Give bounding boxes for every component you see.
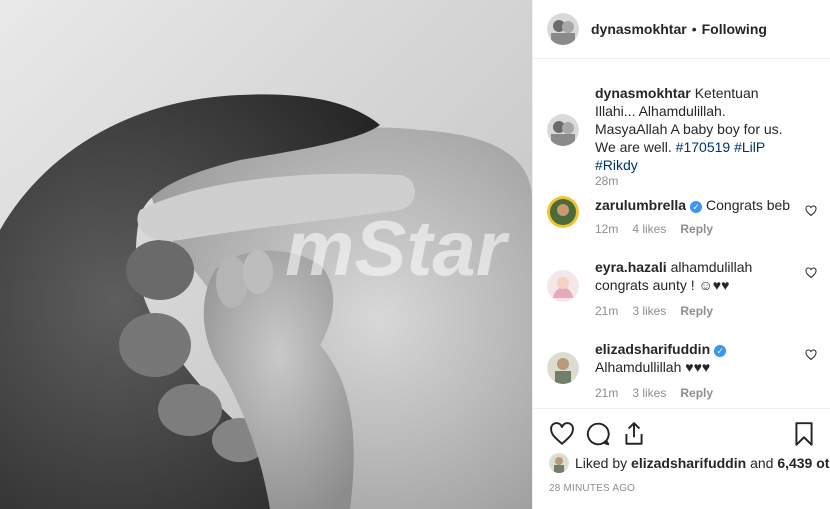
comment-meta: 21m 3 likes Reply (595, 386, 727, 400)
comment-time: 12m (595, 222, 619, 236)
post-actions: Liked by elizadsharifuddin and 6,439 oth… (533, 408, 830, 509)
reply-button[interactable]: Reply (680, 222, 713, 236)
caption: dynasmokhtar Ketentuan Illahi... Alhamdul… (547, 84, 817, 188)
post-photo[interactable]: mStar (0, 0, 532, 509)
comment-avatar[interactable] (547, 196, 579, 228)
separator-dot: • (691, 21, 697, 37)
action-bar (549, 421, 817, 447)
comment-username[interactable]: elizadsharifuddin (595, 341, 710, 357)
comment-item: zarulumbrella ✓ Congrats beb 12m 4 likes Rep… (547, 194, 817, 240)
comment-like-heart-icon[interactable] (805, 348, 817, 361)
comment-item: elizadsharifuddin ✓ Alhamdullillah ♥♥♥ 21… (547, 340, 817, 404)
caption-body: dynasmokhtar Ketentuan Illahi... Alhamdul… (595, 84, 800, 174)
comment-meta: 21m 3 likes Reply (595, 304, 727, 318)
reply-button[interactable]: Reply (680, 386, 713, 400)
comment-time: 21m (595, 386, 619, 400)
post-timestamp: 28 MINUTES AGO (549, 483, 636, 494)
heart-icon[interactable] (549, 421, 575, 447)
comment-text: Alhamdullillah ♥♥♥ (595, 359, 711, 375)
liked-by-prefix: Liked by (575, 455, 628, 471)
verified-badge-icon: ✓ (714, 345, 727, 357)
comment-likes[interactable]: 3 likes (632, 304, 666, 318)
comment-like-heart-icon[interactable] (805, 204, 817, 217)
liked-by-user[interactable]: elizadsharifuddin (631, 455, 746, 471)
comment-likes[interactable]: 3 likes (632, 386, 666, 400)
photo-hands-image: mStar (0, 0, 532, 509)
caption-username[interactable]: dynasmokhtar (595, 85, 691, 101)
bookmark-icon[interactable] (791, 421, 817, 447)
liker-avatar[interactable] (549, 453, 569, 473)
liked-by-and: and (750, 455, 774, 471)
comment-meta: 12m 4 likes Reply (595, 222, 727, 236)
comment-body: eyra.hazali alhamdulillah congrats aunty … (595, 258, 800, 294)
likes-summary: Liked by elizadsharifuddin and 6,439 oth… (549, 453, 830, 473)
post-header: dynasmokhtar • Following (533, 0, 830, 59)
comment-username[interactable]: zarulumbrella (595, 197, 686, 213)
comment-avatar[interactable] (547, 352, 579, 384)
comment-likes[interactable]: 4 likes (632, 222, 666, 236)
comment-item: eyra.hazali alhamdulillah congrats aunty … (547, 258, 817, 322)
comment-body: elizadsharifuddin ✓ Alhamdullillah ♥♥♥ (595, 340, 800, 376)
author-username[interactable]: dynasmokhtar (591, 21, 687, 37)
comment-body: zarulumbrella ✓ Congrats beb (595, 196, 800, 214)
comment-text: Congrats beb (706, 197, 791, 213)
post-side-panel: dynasmokhtar • Following dynasmokhtar Ket… (532, 0, 830, 509)
comment-time: 21m (595, 304, 619, 318)
author-avatar[interactable] (547, 13, 579, 45)
caption-avatar[interactable] (547, 114, 579, 146)
verified-badge-icon: ✓ (690, 201, 703, 213)
comment-like-heart-icon[interactable] (805, 266, 817, 279)
caption-time: 28m (595, 174, 619, 188)
reply-button[interactable]: Reply (680, 304, 713, 318)
comment-avatar[interactable] (547, 270, 579, 302)
following-button[interactable]: Following (702, 21, 767, 37)
caption-meta: 28m (595, 174, 632, 188)
share-icon[interactable] (621, 421, 647, 447)
watermark-logo: mStar (285, 204, 510, 292)
comment-username[interactable]: eyra.hazali (595, 259, 667, 275)
comment-icon[interactable] (585, 421, 611, 447)
liked-by-others[interactable]: 6,439 others (777, 455, 830, 471)
